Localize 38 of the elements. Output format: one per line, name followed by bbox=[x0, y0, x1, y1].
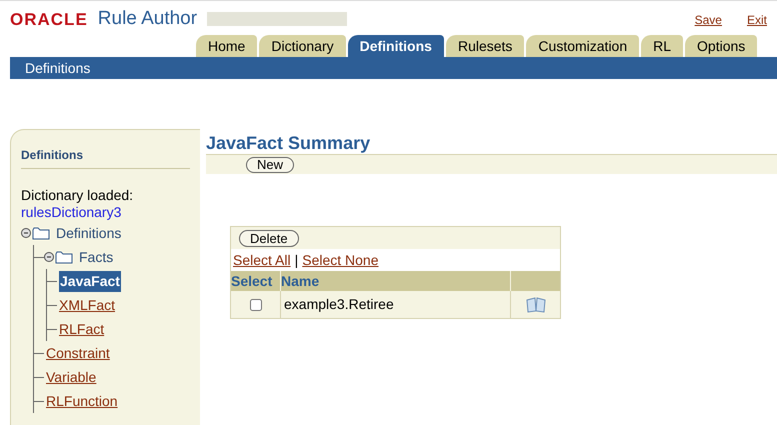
dictionary-label: Dictionary loaded: bbox=[21, 187, 134, 204]
delete-button[interactable]: Delete bbox=[239, 230, 299, 246]
tree-link[interactable]: RLFunction bbox=[46, 390, 118, 412]
summary-title: JavaFact Summary bbox=[206, 132, 372, 154]
logo: ORACLE bbox=[10, 8, 88, 30]
column-header: Select bbox=[231, 271, 281, 291]
tab[interactable]: Dictionary bbox=[259, 35, 346, 57]
dictionary-name: rulesDictionary3 bbox=[21, 204, 122, 221]
column-header: Name bbox=[281, 271, 511, 291]
app-title: Rule Author bbox=[98, 7, 198, 31]
collapse-icon[interactable] bbox=[44, 252, 54, 262]
tree-link[interactable]: JavaFact bbox=[59, 270, 121, 292]
sidebar-title: Definitions bbox=[21, 146, 190, 169]
select-all-link[interactable]: Select All bbox=[233, 250, 291, 270]
header-link[interactable]: Save bbox=[694, 11, 722, 29]
tree-link[interactable]: Constraint bbox=[46, 342, 110, 364]
tab[interactable]: Options bbox=[685, 35, 758, 57]
link-separator: | bbox=[294, 250, 298, 270]
tab[interactable]: Home bbox=[196, 35, 258, 57]
tree-link[interactable]: XMLFact bbox=[59, 294, 116, 316]
tree-link[interactable]: RLFact bbox=[59, 318, 104, 340]
folder-icon bbox=[32, 226, 50, 240]
tree-link[interactable]: Variable bbox=[46, 366, 96, 388]
folder-icon bbox=[55, 250, 73, 264]
tab[interactable]: RL bbox=[641, 35, 684, 57]
table-cell: example3.Retiree bbox=[281, 291, 511, 318]
tree-item[interactable]: Facts bbox=[79, 246, 114, 268]
tab[interactable]: Rulesets bbox=[446, 35, 524, 57]
book-icon[interactable] bbox=[526, 296, 546, 312]
select-none-link[interactable]: Select None bbox=[302, 250, 379, 270]
row-checkbox[interactable] bbox=[250, 298, 262, 310]
tab[interactable]: Customization bbox=[526, 35, 640, 57]
tree-item[interactable]: Definitions bbox=[56, 222, 122, 244]
collapse-icon[interactable] bbox=[21, 228, 31, 238]
page-title: Definitions bbox=[25, 58, 90, 78]
new-button[interactable]: New bbox=[246, 156, 294, 172]
tab[interactable]: Definitions bbox=[348, 35, 444, 57]
header-link[interactable]: Exit bbox=[746, 11, 767, 29]
